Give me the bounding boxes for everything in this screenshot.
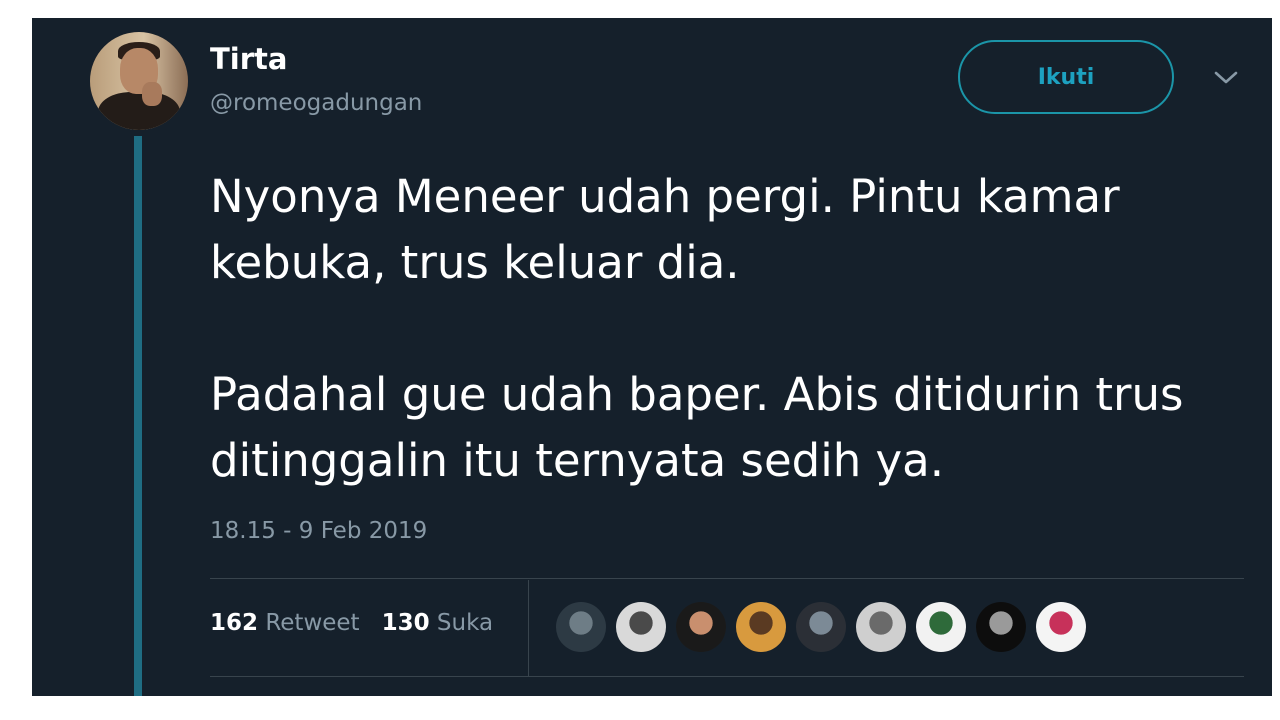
chevron-down-icon[interactable] bbox=[1212, 68, 1240, 88]
divider bbox=[210, 676, 1244, 677]
liker-avatar[interactable] bbox=[916, 602, 966, 652]
thread-line bbox=[134, 136, 142, 696]
like-label: Suka bbox=[436, 610, 494, 636]
liker-avatar[interactable] bbox=[676, 602, 726, 652]
liker-avatar[interactable] bbox=[556, 602, 606, 652]
tweet-paragraph: Nyonya Meneer udah pergi. Pintu kamar ke… bbox=[210, 170, 1120, 289]
avatar[interactable] bbox=[90, 32, 188, 130]
tweet-paragraph: Padahal gue udah baper. Abis ditidurin t… bbox=[210, 368, 1184, 487]
user-handle[interactable]: @romeogadungan bbox=[210, 90, 422, 116]
liker-avatar[interactable] bbox=[976, 602, 1026, 652]
liker-avatar[interactable] bbox=[616, 602, 666, 652]
tweet-text: Nyonya Meneer udah pergi. Pintu kamar ke… bbox=[210, 164, 1250, 560]
stats-separator bbox=[528, 580, 529, 676]
liker-avatar[interactable] bbox=[796, 602, 846, 652]
tweet-timestamp[interactable]: 18.15 - 9 Feb 2019 bbox=[210, 518, 427, 544]
divider bbox=[210, 578, 1244, 579]
retweet-stat[interactable]: 162 Retweet bbox=[210, 610, 360, 636]
user-name[interactable]: Tirta bbox=[210, 42, 287, 76]
liker-avatar[interactable] bbox=[856, 602, 906, 652]
retweet-label: Retweet bbox=[265, 610, 360, 636]
liker-avatar[interactable] bbox=[1036, 602, 1086, 652]
tweet-card: Tirta @romeogadungan Ikuti Nyonya Meneer… bbox=[32, 18, 1272, 696]
retweet-count: 162 bbox=[210, 610, 259, 636]
like-stat[interactable]: 130 Suka bbox=[382, 610, 494, 636]
follow-button[interactable]: Ikuti bbox=[958, 40, 1174, 114]
liker-avatars bbox=[556, 602, 1086, 652]
liker-avatar[interactable] bbox=[736, 602, 786, 652]
like-count: 130 bbox=[381, 610, 430, 636]
tweet-stats: 162 Retweet 130 Suka bbox=[210, 610, 493, 636]
